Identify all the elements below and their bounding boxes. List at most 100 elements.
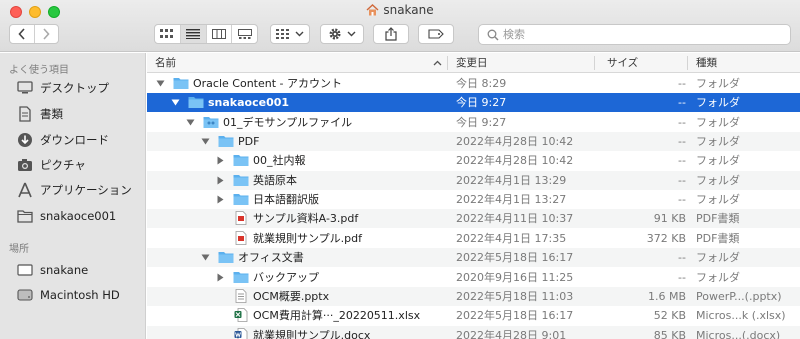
column-size-header[interactable]: サイズ <box>607 53 638 73</box>
file-row[interactable]: 英語原本 2022年4月1日 13:29 -- フォルダ <box>147 170 800 190</box>
file-date: 2022年4月28日 9:01 <box>456 328 567 339</box>
file-row[interactable]: 就業規則サンプル.pdf 2022年4月1日 17:35 372 KB PDF書類 <box>147 229 800 248</box>
disclosure-open-icon[interactable] <box>201 253 210 262</box>
file-row[interactable]: バックアップ 2020年9月16日 11:25 -- フォルダ <box>147 268 800 287</box>
disclosure-open-icon[interactable] <box>186 118 195 127</box>
sidebar-item-desktop[interactable]: デスクトップ <box>16 78 144 98</box>
disclosure-closed-icon[interactable] <box>216 273 225 282</box>
file-date: 2022年5月18日 16:17 <box>456 251 574 265</box>
file-size: -- <box>678 135 686 149</box>
file-size: -- <box>678 96 686 110</box>
file-row[interactable]: 01_デモサンプルファイル 今日 9:27 -- フォルダ <box>147 113 800 132</box>
navigation-group <box>9 24 59 44</box>
columns-icon <box>211 29 226 39</box>
icon-view-button[interactable] <box>155 25 180 43</box>
search-input[interactable] <box>503 28 773 41</box>
file-row[interactable]: OCM費用計算···_20220511.xlsx 2022年5月18日 16:17… <box>147 306 800 325</box>
list-view-button[interactable] <box>179 25 206 43</box>
file-size: -- <box>678 251 686 265</box>
file-name: サンプル資料A-3.pdf <box>253 212 359 226</box>
column-date-header[interactable]: 変更日 <box>456 53 488 73</box>
column-header: 名前 変更日 サイズ 種類 <box>147 53 800 73</box>
disclosure-open-icon[interactable] <box>171 98 180 107</box>
disclosure-closed-icon[interactable] <box>216 156 225 165</box>
disclosure-open-icon[interactable] <box>156 79 165 88</box>
file-name: Oracle Content - アカウント <box>193 77 342 90</box>
file-row[interactable]: サンプル資料A-3.pdf 2022年4月11日 10:37 91 KB PDF書類 <box>147 209 800 229</box>
home-icon <box>366 4 379 16</box>
column-view-button[interactable] <box>205 25 232 43</box>
file-date: 2022年4月28日 10:42 <box>456 154 574 168</box>
file-name: 01_デモサンプルファイル <box>223 115 353 129</box>
column-divider[interactable] <box>447 56 448 70</box>
sidebar-item-pictures[interactable]: ピクチャ <box>16 155 144 175</box>
file-name: 就業規則サンプル.pdf <box>253 231 363 245</box>
file-date: 2022年4月28日 10:42 <box>456 135 574 149</box>
group-by-button[interactable] <box>270 24 310 44</box>
file-date: 2022年4月1日 13:29 <box>456 173 567 187</box>
column-divider[interactable] <box>687 56 688 70</box>
grid-icon <box>160 29 174 38</box>
file-size: 91 KB <box>653 212 686 226</box>
folder-icon <box>173 76 189 90</box>
column-kind-header[interactable]: 種類 <box>696 53 717 73</box>
file-name: オフィス文書 <box>238 251 304 265</box>
file-name: 日本語翻訳版 <box>253 193 319 207</box>
chevron-right-icon <box>43 28 51 40</box>
window-title: snakane <box>0 3 800 17</box>
column-divider[interactable] <box>594 56 595 70</box>
sidebar-item-macintosh-hd[interactable]: Macintosh HD <box>16 285 144 305</box>
file-kind: フォルダ <box>696 193 740 207</box>
sidebar-item-label: ピクチャ <box>40 158 86 172</box>
sort-chevron-up-icon <box>433 60 442 66</box>
sidebar-item-label: ダウンロード <box>40 133 109 147</box>
file-date: 2022年4月11日 10:37 <box>456 212 574 226</box>
file-row[interactable]: OCM概要.pptx 2022年5月18日 11:03 1.6 MB PowerP..… <box>147 286 800 306</box>
disclosure-open-icon[interactable] <box>201 137 210 146</box>
sidebar-item-documents[interactable]: 書類 <box>16 104 144 124</box>
file-date: 2020年9月16日 11:25 <box>456 270 574 284</box>
file-kind: フォルダ <box>696 77 740 90</box>
file-size: -- <box>678 154 686 168</box>
file-size: 1.6 MB <box>647 289 686 303</box>
file-name: PDF <box>238 135 260 149</box>
chevron-down-icon <box>295 31 304 37</box>
file-date: 今日 8:29 <box>456 77 507 90</box>
disclosure-closed-icon[interactable] <box>216 176 225 185</box>
file-row[interactable]: Oracle Content - アカウント 今日 8:29 -- フォルダ <box>147 74 800 93</box>
file-row[interactable]: PDF 2022年4月28日 10:42 -- フォルダ <box>147 132 800 152</box>
favorites-heading: よく使う項目 <box>9 65 69 76</box>
sidebar-item-snakane[interactable]: snakane <box>16 260 144 280</box>
column-name-header[interactable]: 名前 <box>155 53 176 73</box>
file-row[interactable]: 就業規則サンプル.docx 2022年4月28日 9:01 85 KB Micros.… <box>147 325 800 339</box>
file-row[interactable]: snakaoce001 今日 9:27 -- フォルダ <box>147 93 800 113</box>
computer-icon <box>16 261 34 279</box>
folder-icon <box>16 207 34 225</box>
action-menu-button[interactable] <box>320 24 364 44</box>
back-button[interactable] <box>10 25 34 43</box>
tag-button[interactable] <box>418 24 454 44</box>
disk-icon <box>16 286 34 304</box>
search-field[interactable] <box>478 24 791 45</box>
finder-window: snakane 検索 よく使う項目 デスクトップ 書類 ダウンロード ピクチャ … <box>0 0 800 339</box>
file-row[interactable]: 00_社内報 2022年4月28日 10:42 -- フォルダ <box>147 151 800 170</box>
titlebar: snakane <box>0 0 800 52</box>
file-size: -- <box>678 77 686 90</box>
pptx-file-icon <box>233 288 249 303</box>
sidebar-item-label: デスクトップ <box>40 81 109 95</box>
view-mode-segmented <box>154 24 258 44</box>
sidebar-item-snakaoce001[interactable]: snakaoce001 <box>16 206 144 226</box>
disclosure-closed-icon[interactable] <box>216 195 225 204</box>
group-grid-icon <box>276 29 289 39</box>
share-button[interactable] <box>373 24 409 44</box>
shared-folder-icon <box>203 115 219 129</box>
sidebar-item-downloads[interactable]: ダウンロード <box>16 130 144 150</box>
sidebar-item-applications[interactable]: アプリケーション <box>16 180 144 200</box>
file-kind: Micros...k (.xlsx) <box>696 309 786 323</box>
file-row[interactable]: 日本語翻訳版 2022年4月1日 13:27 -- フォルダ <box>147 190 800 209</box>
gallery-view-button[interactable] <box>231 25 257 43</box>
forward-button[interactable] <box>33 25 58 43</box>
file-kind: フォルダ <box>696 270 740 284</box>
share-icon <box>385 27 397 41</box>
file-row[interactable]: オフィス文書 2022年5月18日 16:17 -- フォルダ <box>147 248 800 268</box>
